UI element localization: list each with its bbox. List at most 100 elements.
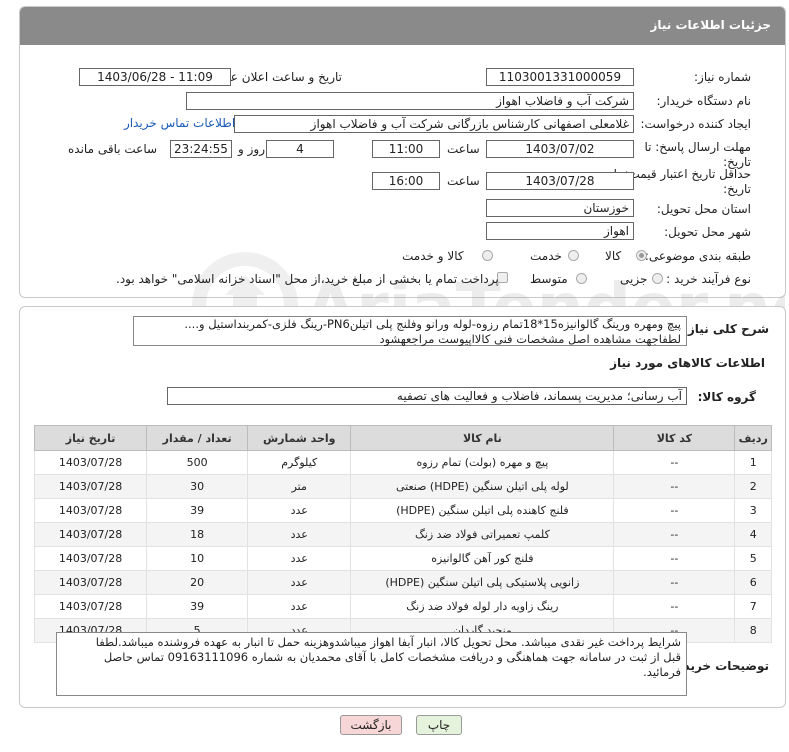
item-qty: 18 (146, 522, 249, 547)
buyer-notes-textarea[interactable]: شرایط پرداخت غیر نقدی میباشد. محل تحویل … (56, 632, 687, 696)
need-number-field[interactable]: 1103001331000059 (486, 68, 634, 86)
item-name: پیچ و مهره (بولت) تمام رزوه (350, 450, 615, 475)
item-qty: 500 (146, 450, 249, 475)
item-code: -- (613, 498, 736, 523)
table-header-row: ردیف کد کالا نام کالا واحد شمارش تعداد /… (33, 425, 772, 451)
col-row-header: ردیف (734, 425, 772, 451)
process-minor-radio[interactable] (652, 273, 663, 284)
deadline-time-field[interactable]: 11:00 (372, 140, 440, 158)
item-unit: متر (247, 474, 352, 499)
table-row[interactable]: 3 -- فلنج کاهنده پلی اتیلن سنگین (HDPE) … (33, 498, 772, 523)
category-both-radio[interactable] (482, 250, 493, 261)
item-code: -- (613, 522, 736, 547)
category-goods-radio[interactable] (636, 250, 647, 261)
row-number: 6 (734, 570, 772, 595)
goods-section-title: اطلاعات کالاهای مورد نیاز (610, 356, 765, 370)
print-button[interactable]: چاپ (416, 715, 462, 735)
buyer-org-field[interactable]: شرکت آب و فاضلاب اهواز (186, 92, 634, 110)
goods-group-label: گروه کالا: (697, 390, 756, 404)
buyer-contact-link[interactable]: اطلاعات تماس خریدار (124, 116, 235, 130)
goods-table: ردیف کد کالا نام کالا واحد شمارش تعداد /… (33, 425, 772, 643)
summary-line-2: لطفاجهت مشاهده اصل مشخصات فنی کالااپیوست… (379, 332, 681, 346)
buyer-notes-line-1: شرایط پرداخت غیر نقدی میباشد. محل تحویل … (95, 635, 681, 649)
table-row[interactable]: 6 -- زانویی پلاستیکی پلی اتیلن سنگین (HD… (33, 570, 772, 595)
item-name: فلنج کاهنده پلی اتیلن سنگین (HDPE) (350, 498, 615, 523)
item-code: -- (613, 450, 736, 475)
category-both-label: کالا و خدمت (402, 249, 464, 263)
item-code: -- (613, 594, 736, 619)
category-service-radio[interactable] (568, 250, 579, 261)
validity-time-label: ساعت (447, 174, 480, 188)
item-unit: عدد (247, 522, 352, 547)
validity-time-field[interactable]: 16:00 (372, 172, 440, 190)
item-date: 1403/07/28 (33, 546, 148, 571)
table-row[interactable]: 7 -- رینگ زاویه دار لوله فولاد ضد زنگ عد… (33, 594, 772, 619)
item-code: -- (613, 570, 736, 595)
table-row[interactable]: 2 -- لوله پلی اتیلن سنگین (HDPE) صنعتی م… (33, 474, 772, 499)
item-date: 1403/07/28 (33, 522, 148, 547)
days-label: روز و (238, 142, 265, 156)
buyer-notes-line-3: فرمائید. (643, 665, 681, 679)
province-label: استان محل تحویل: (656, 202, 751, 216)
process-medium-radio[interactable] (576, 273, 587, 284)
validity-date-field[interactable]: 1403/07/28 (486, 172, 634, 190)
row-number: 4 (734, 522, 772, 547)
buyer-notes-line-2: قبل از ثبت در سامانه جهت هماهنگی و دریاف… (103, 650, 681, 664)
item-unit: عدد (247, 570, 352, 595)
summary-label: شرح کلی نیاز: (683, 322, 769, 336)
item-date: 1403/07/28 (33, 498, 148, 523)
goods-group-field[interactable]: آب رسانی؛ مدیریت پسماند، فاضلاب و فعالیت… (167, 387, 687, 405)
item-date: 1403/07/28 (33, 450, 148, 475)
item-qty: 10 (146, 546, 249, 571)
days-field[interactable]: 4 (266, 140, 334, 158)
table-row[interactable]: 4 -- کلمپ تعمیراتی فولاد ضد زنگ عدد 18 1… (33, 522, 772, 547)
item-name: فلنج کور آهن گالوانیزه (350, 546, 615, 571)
process-minor-label: جزیی (620, 272, 648, 286)
table-row[interactable]: 5 -- فلنج کور آهن گالوانیزه عدد 10 1403/… (33, 546, 772, 571)
summary-line-1: پیچ ومهره ورینگ گالوانیزه15*18تمام رزوه-… (184, 317, 681, 331)
item-qty: 39 (146, 594, 249, 619)
item-unit: عدد (247, 594, 352, 619)
deadline-label: مهلت ارسال پاسخ: تا (644, 140, 751, 154)
item-date: 1403/07/28 (33, 594, 148, 619)
remaining-time-field[interactable]: 23:24:55 (170, 140, 232, 158)
col-unit-header: واحد شمارش (247, 425, 352, 451)
panel-header: جزئیات اطلاعات نیاز (20, 7, 785, 45)
deadline-date-field[interactable]: 1403/07/02 (486, 140, 634, 158)
province-field[interactable]: خوزستان (486, 199, 634, 217)
item-qty: 30 (146, 474, 249, 499)
back-button[interactable]: بازگشت (340, 715, 402, 735)
row-number: 8 (734, 618, 772, 643)
treasury-payment-note: پرداخت تمام یا بخشی از مبلغ خرید،از محل … (116, 272, 499, 286)
row-number: 3 (734, 498, 772, 523)
row-number: 7 (734, 594, 772, 619)
item-date: 1403/07/28 (33, 570, 148, 595)
col-name-header: نام کالا (350, 425, 615, 451)
need-number-label: شماره نیاز: (694, 70, 751, 84)
city-label: شهر محل تحویل: (664, 225, 751, 239)
category-goods-label: کالا (605, 249, 622, 263)
item-unit: عدد (247, 546, 352, 571)
announce-datetime-field[interactable]: 1403/06/28 - 11:09 (79, 68, 231, 86)
buyer-org-label: نام دستگاه خریدار: (656, 94, 752, 108)
validity-label: حداقل تاریخ اعتبار قیمت: تا (613, 167, 751, 181)
row-number: 2 (734, 474, 772, 499)
col-qty-header: تعداد / مقدار (146, 425, 249, 451)
city-field[interactable]: اهواز (486, 222, 634, 240)
category-service-label: خدمت (530, 249, 562, 263)
item-name: کلمپ تعمیراتی فولاد ضد زنگ (350, 522, 615, 547)
process-medium-label: متوسط (530, 272, 568, 286)
item-qty: 39 (146, 498, 249, 523)
item-unit: کیلوگرم (247, 450, 352, 475)
item-name: لوله پلی اتیلن سنگین (HDPE) صنعتی (350, 474, 615, 499)
table-row[interactable]: 1 -- پیچ و مهره (بولت) تمام رزوه کیلوگرم… (33, 450, 772, 475)
creator-field[interactable]: غلامعلی اصفهانی کارشناس بازرگانی شرکت آب… (234, 115, 634, 133)
validity-label-date: تاریخ: (723, 182, 751, 196)
item-code: -- (613, 474, 736, 499)
item-unit: عدد (247, 498, 352, 523)
deadline-time-label: ساعت (447, 142, 480, 156)
summary-textarea[interactable]: پیچ ومهره ورینگ گالوانیزه15*18تمام رزوه-… (133, 316, 687, 346)
creator-label: ایجاد کننده درخواست: (640, 117, 751, 131)
item-date: 1403/07/28 (33, 474, 148, 499)
remaining-label: ساعت باقی مانده (68, 142, 158, 156)
